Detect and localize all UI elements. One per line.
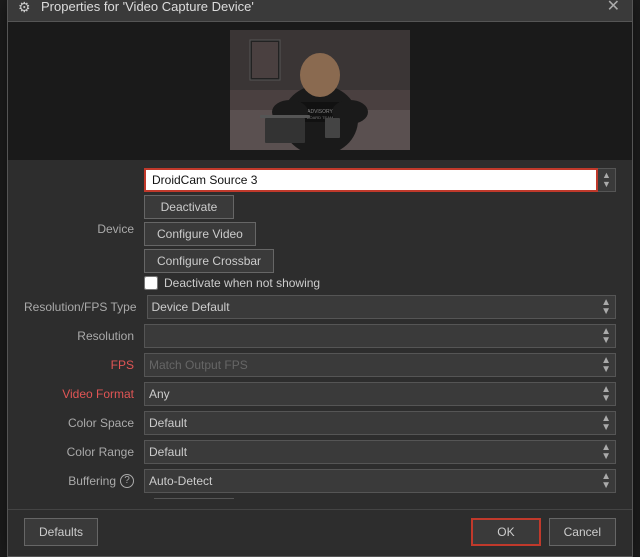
resolution-wrapper: ▲ ▼ bbox=[144, 324, 616, 348]
color-space-row: Color Space Default ▲ ▼ bbox=[24, 411, 616, 435]
close-button[interactable]: ✕ bbox=[605, 0, 622, 15]
deactivate-checkbox[interactable] bbox=[144, 276, 158, 290]
resolution-fps-row: Resolution/FPS Type Device Default ▲ ▼ bbox=[24, 295, 616, 319]
buffering-arrow: ▲ ▼ bbox=[601, 472, 611, 490]
ok-button[interactable]: OK bbox=[471, 518, 540, 546]
configure-crossbar-button[interactable]: Configure Crossbar bbox=[144, 249, 274, 273]
device-spinner[interactable]: ▲ ▼ bbox=[598, 168, 616, 192]
device-row: Device DroidCam Source 3 ▲ ▼ Deactivate … bbox=[24, 168, 616, 290]
footer-right: OK Cancel bbox=[471, 518, 616, 546]
defaults-button[interactable]: Defaults bbox=[24, 518, 98, 546]
form-content: Device DroidCam Source 3 ▲ ▼ Deactivate … bbox=[8, 160, 632, 509]
footer-left: Defaults bbox=[24, 518, 98, 546]
color-range-label: Color Range bbox=[24, 445, 144, 459]
device-label: Device bbox=[24, 222, 144, 236]
color-range-wrapper: Default ▲ ▼ bbox=[144, 440, 616, 464]
fps-row: FPS Match Output FPS ▲ ▼ bbox=[24, 353, 616, 377]
buffering-label: Buffering ? bbox=[24, 474, 144, 488]
resolution-fps-value: Device Default bbox=[152, 300, 230, 314]
video-format-row: Video Format Any ▲ ▼ bbox=[24, 382, 616, 406]
fps-value: Match Output FPS bbox=[149, 358, 248, 372]
camera-feed: ADVISORY BOARD TEAM bbox=[230, 30, 410, 150]
resolution-label: Resolution bbox=[24, 329, 144, 343]
separator bbox=[154, 498, 234, 499]
title-bar: ⚙ Properties for 'Video Capture Device' … bbox=[8, 0, 632, 22]
resolution-select[interactable]: ▲ ▼ bbox=[144, 324, 616, 348]
color-range-arrow: ▲ ▼ bbox=[601, 443, 611, 461]
color-space-arrow: ▲ ▼ bbox=[601, 414, 611, 432]
arrow-down: ▼ bbox=[601, 336, 611, 345]
device-control-area: DroidCam Source 3 ▲ ▼ Deactivate Configu… bbox=[144, 168, 616, 290]
arrow-down: ▼ bbox=[601, 307, 611, 316]
arrow-down: ▼ bbox=[601, 452, 611, 461]
resolution-fps-select[interactable]: Device Default ▲ ▼ bbox=[147, 295, 616, 319]
buffering-select[interactable]: Auto-Detect ▲ ▼ bbox=[144, 469, 616, 493]
color-range-row: Color Range Default ▲ ▼ bbox=[24, 440, 616, 464]
deactivate-checkbox-label: Deactivate when not showing bbox=[164, 276, 320, 290]
deactivate-button[interactable]: Deactivate bbox=[144, 195, 234, 219]
buffering-row: Buffering ? Auto-Detect ▲ ▼ bbox=[24, 469, 616, 493]
footer: Defaults OK Cancel bbox=[8, 509, 632, 556]
arrow-down: ▼ bbox=[601, 423, 611, 432]
fps-arrow: ▲ ▼ bbox=[601, 356, 611, 374]
buffering-wrapper: Auto-Detect ▲ ▼ bbox=[144, 469, 616, 493]
arrow-down: ▼ bbox=[601, 481, 611, 490]
dialog-window: ⚙ Properties for 'Video Capture Device' … bbox=[7, 0, 633, 557]
resolution-fps-arrow: ▲ ▼ bbox=[601, 298, 611, 316]
video-format-wrapper: Any ▲ ▼ bbox=[144, 382, 616, 406]
device-select-value[interactable]: DroidCam Source 3 bbox=[144, 168, 598, 192]
dialog-icon: ⚙ bbox=[18, 0, 34, 15]
configure-video-button[interactable]: Configure Video bbox=[144, 222, 256, 246]
resolution-arrow: ▲ ▼ bbox=[601, 327, 611, 345]
resolution-fps-label: Resolution/FPS Type bbox=[24, 300, 147, 314]
buffering-help-icon[interactable]: ? bbox=[120, 474, 134, 488]
resolution-row: Resolution ▲ ▼ bbox=[24, 324, 616, 348]
fps-wrapper: Match Output FPS ▲ ▼ bbox=[144, 353, 616, 377]
video-format-arrow: ▲ ▼ bbox=[601, 385, 611, 403]
color-space-value: Default bbox=[149, 416, 187, 430]
fps-select[interactable]: Match Output FPS ▲ ▼ bbox=[144, 353, 616, 377]
resolution-fps-wrapper: Device Default ▲ ▼ bbox=[147, 295, 616, 319]
video-format-value: Any bbox=[149, 387, 170, 401]
spinner-down-icon: ▼ bbox=[602, 180, 611, 189]
device-buttons: Deactivate Configure Video Configure Cro… bbox=[144, 195, 616, 290]
dialog-title: Properties for 'Video Capture Device' bbox=[41, 0, 254, 14]
cancel-button[interactable]: Cancel bbox=[549, 518, 616, 546]
color-space-wrapper: Default ▲ ▼ bbox=[144, 411, 616, 435]
fps-label: FPS bbox=[24, 358, 144, 372]
color-space-select[interactable]: Default ▲ ▼ bbox=[144, 411, 616, 435]
arrow-down: ▼ bbox=[601, 365, 611, 374]
color-space-label: Color Space bbox=[24, 416, 144, 430]
deactivate-checkbox-row: Deactivate when not showing bbox=[144, 276, 320, 290]
arrow-down: ▼ bbox=[601, 394, 611, 403]
title-bar-left: ⚙ Properties for 'Video Capture Device' bbox=[18, 0, 254, 15]
video-format-select[interactable]: Any ▲ ▼ bbox=[144, 382, 616, 406]
buffering-value: Auto-Detect bbox=[149, 474, 212, 488]
color-range-select[interactable]: Default ▲ ▼ bbox=[144, 440, 616, 464]
preview-area: ADVISORY BOARD TEAM bbox=[8, 22, 632, 160]
video-format-label: Video Format bbox=[24, 387, 144, 401]
device-select-row: DroidCam Source 3 ▲ ▼ bbox=[144, 168, 616, 192]
camera-preview: ADVISORY BOARD TEAM bbox=[230, 30, 410, 150]
color-range-value: Default bbox=[149, 445, 187, 459]
